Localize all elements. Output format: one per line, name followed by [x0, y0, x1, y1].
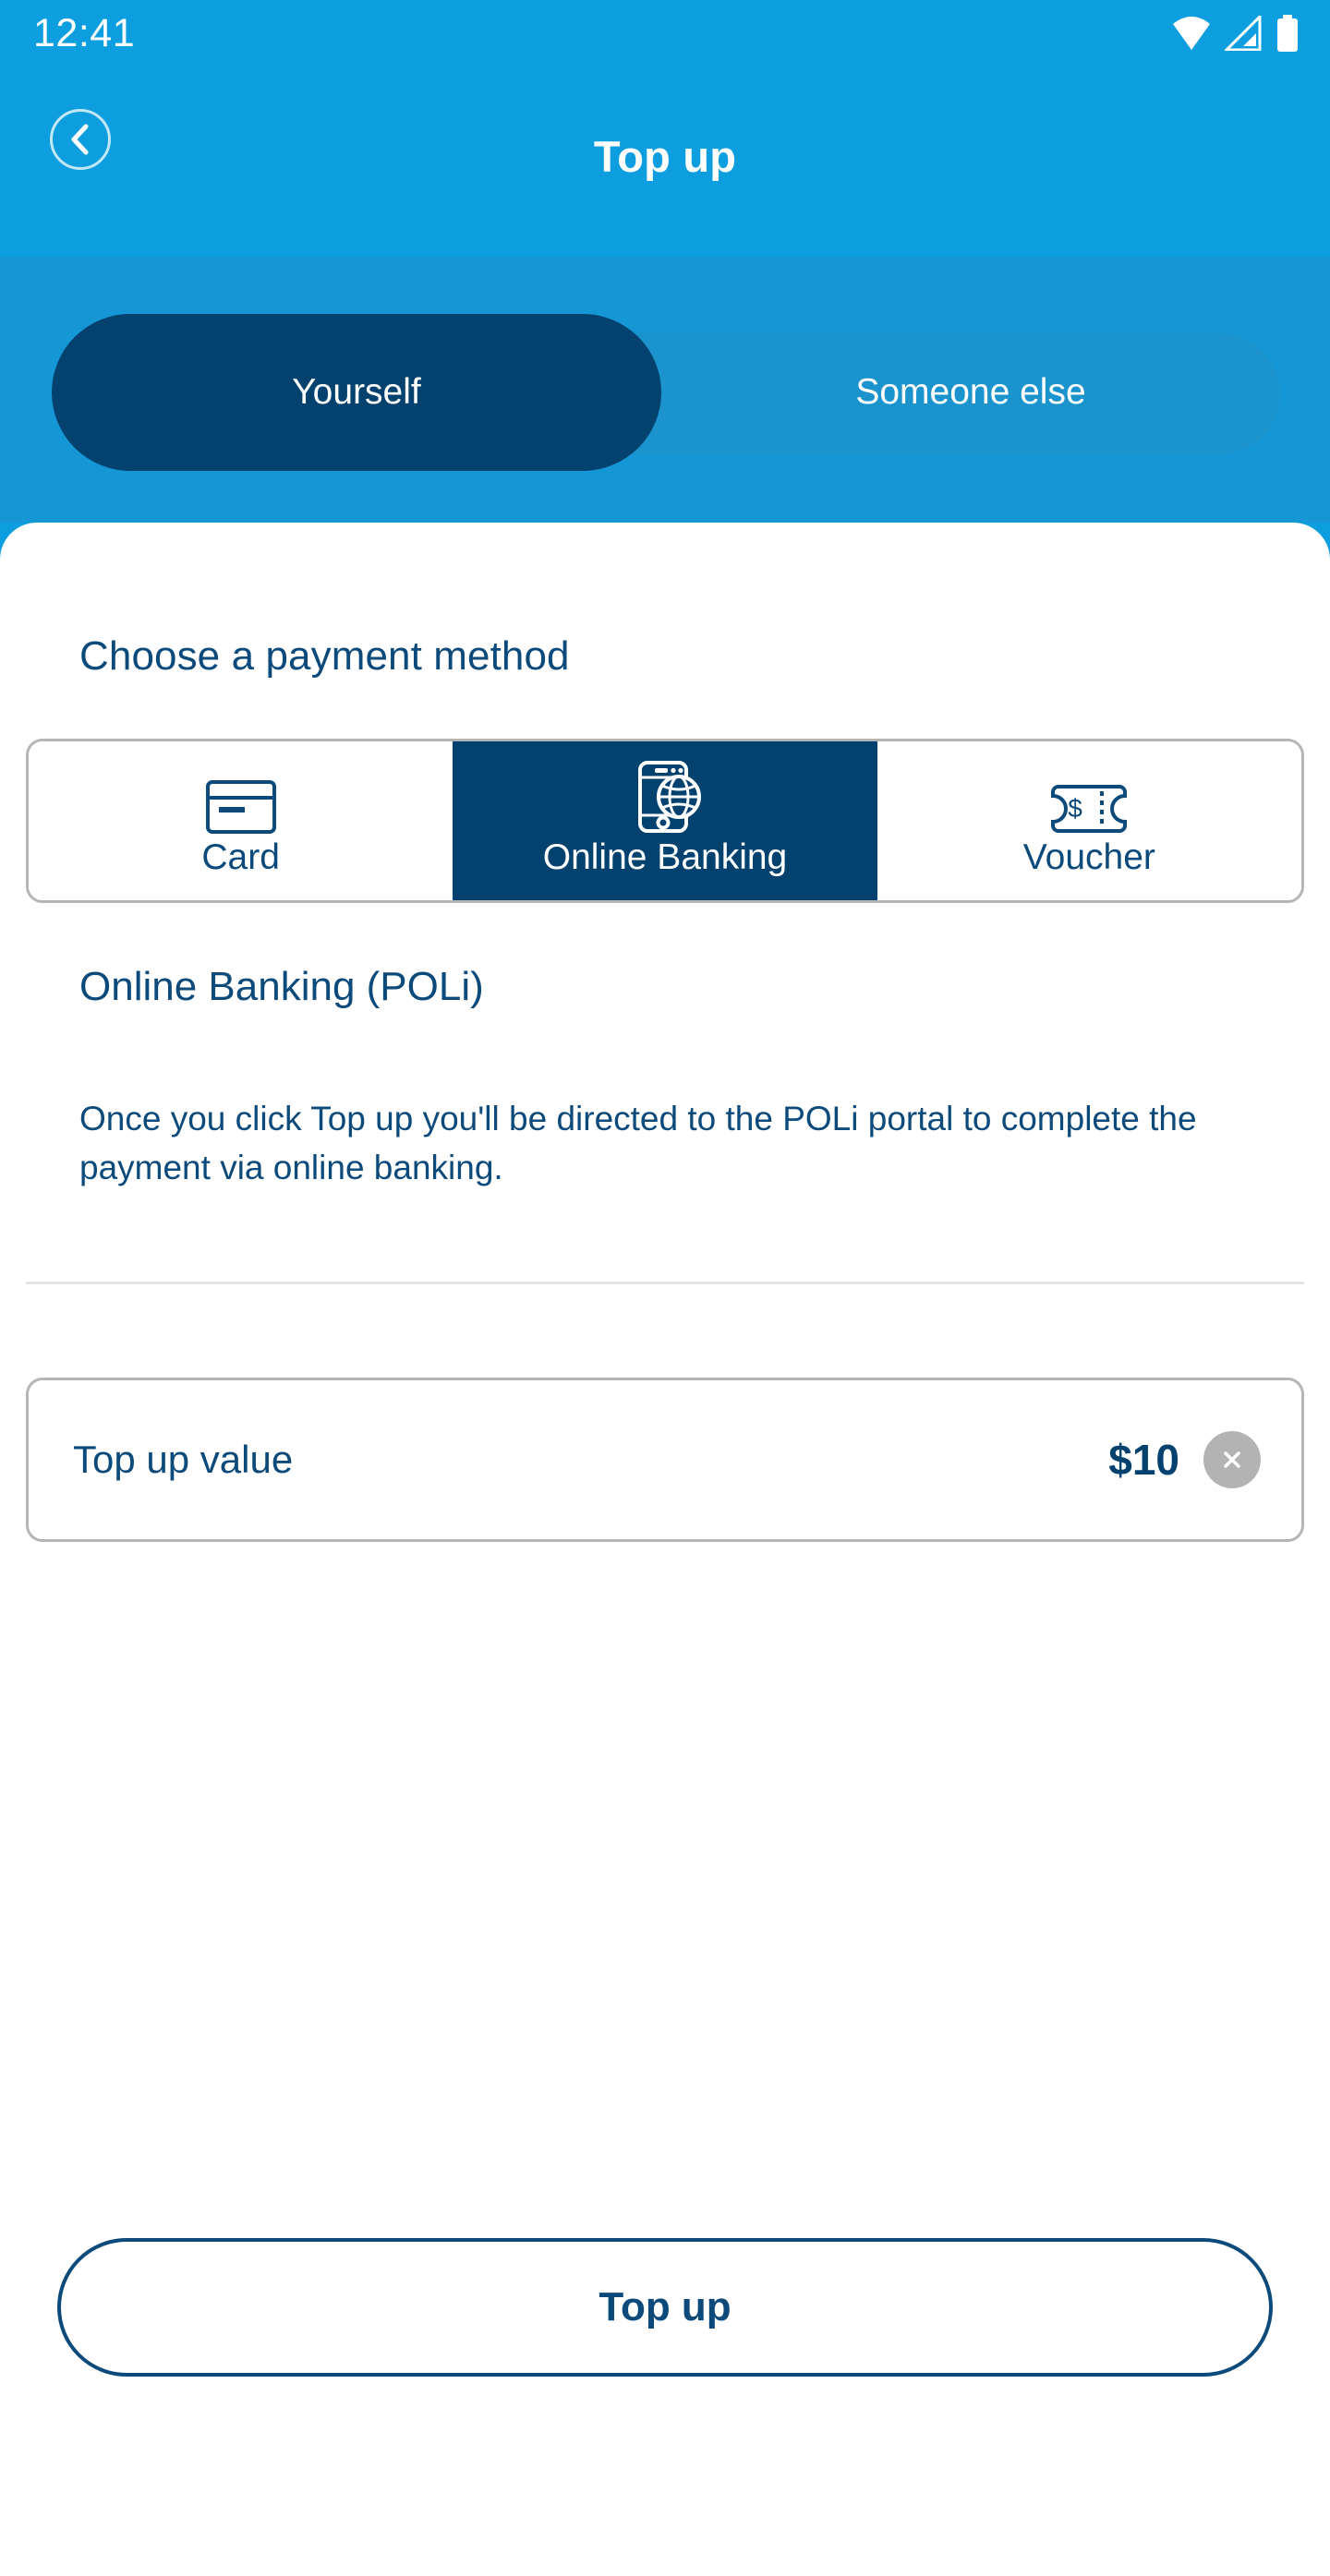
status-bar-icons: [1171, 15, 1299, 52]
payment-method-card-label: Card: [201, 837, 280, 877]
payment-method-online-banking-label: Online Banking: [542, 837, 788, 877]
audience-segmented-control: Yourself Someone else: [52, 314, 1280, 471]
payment-method-detail-heading: Online Banking (POLi): [79, 964, 484, 1009]
topup-submit-button[interactable]: Top up: [57, 2238, 1273, 2377]
mobile-globe-icon: [627, 760, 703, 834]
wifi-icon: [1173, 17, 1210, 50]
segment-someone-else[interactable]: Someone else: [661, 314, 1280, 471]
status-bar-clock: 12:41: [33, 10, 136, 55]
segment-yourself[interactable]: Yourself: [52, 314, 661, 471]
app-bar: Top up: [0, 66, 1330, 255]
close-x-icon: [1224, 1451, 1240, 1468]
battery-icon: [1277, 15, 1298, 52]
topup-value-label: Top up value: [73, 1438, 294, 1481]
payment-method-selector: Card Online Banking $ Voucher: [26, 739, 1304, 903]
section-title: Choose a payment method: [79, 633, 570, 679]
cellular-signal-icon: [1225, 16, 1262, 51]
payment-method-card[interactable]: Card: [29, 741, 453, 900]
credit-card-icon: [205, 767, 276, 834]
payment-method-detail-description: Once you click Top up you'll be directed…: [79, 1100, 1197, 1186]
payment-method-voucher[interactable]: $ Voucher: [877, 741, 1301, 900]
status-bar: 12:41: [0, 0, 1330, 66]
topup-value-field[interactable]: Top up value $10: [26, 1378, 1304, 1542]
section-divider: [26, 1282, 1304, 1284]
clear-value-button[interactable]: [1203, 1431, 1261, 1488]
app-screen: 12:41 Top up Yourself Someone else Choos…: [0, 0, 1330, 2576]
payment-method-voucher-label: Voucher: [1022, 837, 1155, 877]
content-sheet: Choose a payment method Card Online Bank…: [0, 523, 1330, 2576]
svg-text:$: $: [1069, 794, 1083, 823]
page-title: Top up: [593, 131, 737, 181]
audience-toggle-band: Yourself Someone else: [0, 257, 1330, 523]
topup-submit-button-label: Top up: [598, 2284, 732, 2329]
voucher-ticket-icon: $: [1049, 767, 1129, 834]
topup-value-right-group: $10: [1108, 1431, 1261, 1488]
segment-someone-else-label: Someone else: [855, 372, 1086, 412]
topup-value-amount: $10: [1108, 1436, 1179, 1484]
segment-yourself-label: Yourself: [292, 372, 421, 412]
payment-method-online-banking[interactable]: Online Banking: [453, 741, 877, 900]
